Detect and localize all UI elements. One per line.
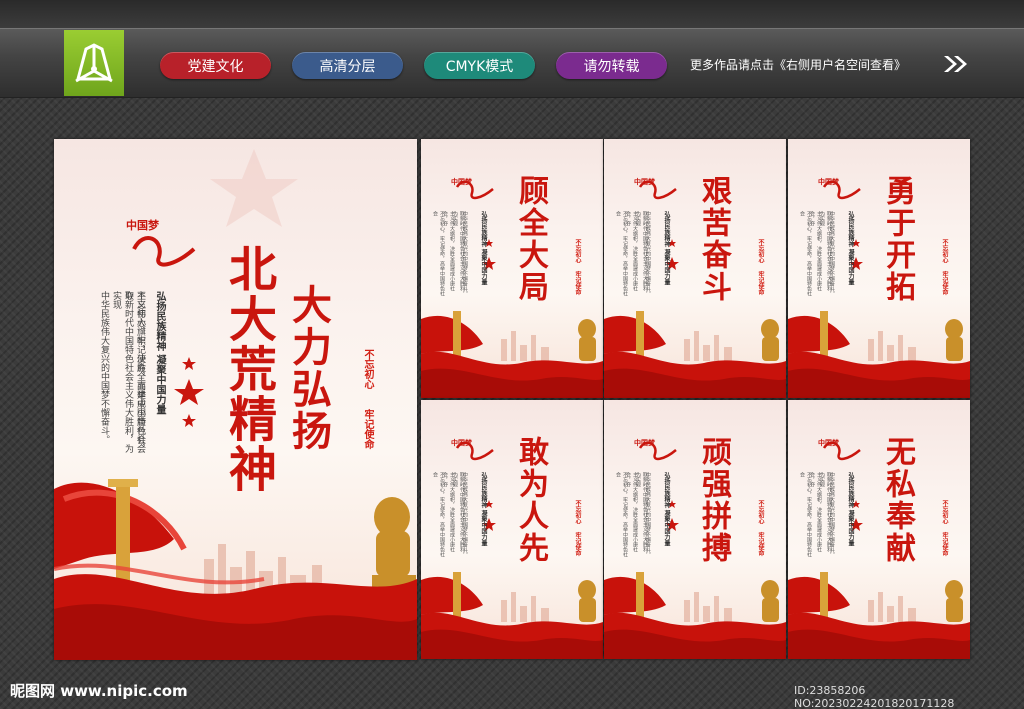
main-body-4: 中华民族伟大复兴的中国梦不懈奋斗。 <box>99 291 109 444</box>
main-title: 北大荒精神 <box>220 244 276 494</box>
china-dream-logo: 中国梦 <box>451 438 472 447</box>
more-works-link[interactable]: 更多作品请点击《右侧用户名空间查看》 <box>690 56 906 73</box>
tag-cmyk[interactable]: CMYK模式 <box>424 52 535 79</box>
image-id: ID:23858206 NO:20230224201820171128 <box>794 684 955 709</box>
seal-not-forget: 不忘初心 <box>757 239 764 263</box>
small-slogan: 弘扬民族精神 凝聚中国力量 <box>663 211 670 286</box>
small-slogan: 弘扬民族精神 凝聚中国力量 <box>847 211 854 286</box>
seal-not-forget: 不忘初心 <box>941 239 948 263</box>
small-poster-title: 顽强拼搏 <box>696 436 731 564</box>
tag-hd-layered[interactable]: 高清分层 <box>292 52 403 79</box>
site-watermark: 昵图网 www.nipic.com <box>10 682 188 700</box>
small-poster: 中国梦 勇于开拓 不忘初心 牢记使命 弘扬民族精神 凝聚中国力量 不忘初心，牢记使命，高举… <box>788 139 970 398</box>
seal-remember: 牢记使命 <box>574 271 581 295</box>
site-logo[interactable] <box>64 30 124 96</box>
small-body: 中华民族伟大复兴的中国梦不懈奋斗。 <box>645 472 651 557</box>
main-slogan: 弘扬民族精神 凝聚中国力量 <box>154 291 165 415</box>
pen-nib-icon <box>75 43 113 83</box>
small-poster-title: 无私奉献 <box>880 436 915 564</box>
china-dream-logo: 中国梦 <box>634 177 655 186</box>
small-poster-title: 艰苦奋斗 <box>696 175 731 303</box>
seal-not-forget: 不忘初心 <box>362 349 373 389</box>
small-body: 中华民族伟大复兴的中国梦不懈奋斗。 <box>462 211 468 296</box>
small-poster: 中国梦 艰苦奋斗 不忘初心 牢记使命 弘扬民族精神 凝聚中国力量 不忘初心，牢记使命，高举… <box>604 139 786 398</box>
seal-remember: 牢记使命 <box>941 532 948 556</box>
small-poster-title: 敢为人先 <box>513 436 548 564</box>
china-dream-logo: 中国梦 <box>451 177 472 186</box>
china-dream-logo: 中国梦 <box>634 438 655 447</box>
china-dream-logo: 中国梦 <box>818 438 839 447</box>
tag-label: 请勿转载 <box>583 58 640 75</box>
small-poster: 中国梦 无私奉献 不忘初心 牢记使命 弘扬民族精神 凝聚中国力量 不忘初心，牢记使命，高举… <box>788 400 970 659</box>
small-poster: 中国梦 顾全大局 不忘初心 牢记使命 弘扬民族精神 凝聚中国力量 不忘初心，牢记使命，高举… <box>421 139 603 398</box>
double-chevron-right-icon[interactable] <box>942 54 970 74</box>
seal-remember: 牢记使命 <box>757 532 764 556</box>
small-poster: 中国梦 顽强拼搏 不忘初心 牢记使命 弘扬民族精神 凝聚中国力量 不忘初心，牢记使命，高举… <box>604 400 786 659</box>
main-poster: 中国梦 北大荒精神 大力弘扬 不忘初心 牢记使命 弘扬民族精神 凝聚中国力量 不… <box>54 139 417 660</box>
tag-label: CMYK模式 <box>445 58 514 75</box>
seal-remember: 牢记使命 <box>362 409 373 449</box>
tag-label: 高清分层 <box>319 58 376 75</box>
seal-remember: 牢记使命 <box>757 271 764 295</box>
seal-not-forget: 不忘初心 <box>574 239 581 263</box>
small-slogan: 弘扬民族精神 凝聚中国力量 <box>480 472 487 547</box>
small-body: 中华民族伟大复兴的中国梦不懈奋斗。 <box>645 211 651 296</box>
small-slogan: 弘扬民族精神 凝聚中国力量 <box>663 472 670 547</box>
tag-label: 党建文化 <box>187 58 244 75</box>
main-body-3: 取新时代中国特色社会主义伟大胜利，为实现 <box>111 291 133 453</box>
small-slogan: 弘扬民族精神 凝聚中国力量 <box>480 211 487 286</box>
seal-not-forget: 不忘初心 <box>757 500 764 524</box>
small-body: 中华民族伟大复兴的中国梦不懈奋斗。 <box>829 472 835 557</box>
small-body: 中华民族伟大复兴的中国梦不懈奋斗。 <box>462 472 468 557</box>
china-dream-logo: 中国梦 <box>126 219 159 232</box>
small-body: 中华民族伟大复兴的中国梦不懈奋斗。 <box>829 211 835 296</box>
top-strip <box>0 0 1024 28</box>
tag-no-repost[interactable]: 请勿转载 <box>556 52 667 79</box>
small-slogan: 弘扬民族精神 凝聚中国力量 <box>847 472 854 547</box>
tag-party-culture[interactable]: 党建文化 <box>160 52 271 79</box>
small-poster: 中国梦 敢为人先 不忘初心 牢记使命 弘扬民族精神 凝聚中国力量 不忘初心，牢记使命，高举… <box>421 400 603 659</box>
main-subtitle: 大力弘扬 <box>285 284 332 452</box>
seal-remember: 牢记使命 <box>574 532 581 556</box>
seal-not-forget: 不忘初心 <box>941 500 948 524</box>
seal-not-forget: 不忘初心 <box>574 500 581 524</box>
small-poster-title: 顾全大局 <box>513 175 548 303</box>
seal-remember: 牢记使命 <box>941 271 948 295</box>
small-poster-title: 勇于开拓 <box>880 175 915 303</box>
china-dream-logo: 中国梦 <box>818 177 839 186</box>
